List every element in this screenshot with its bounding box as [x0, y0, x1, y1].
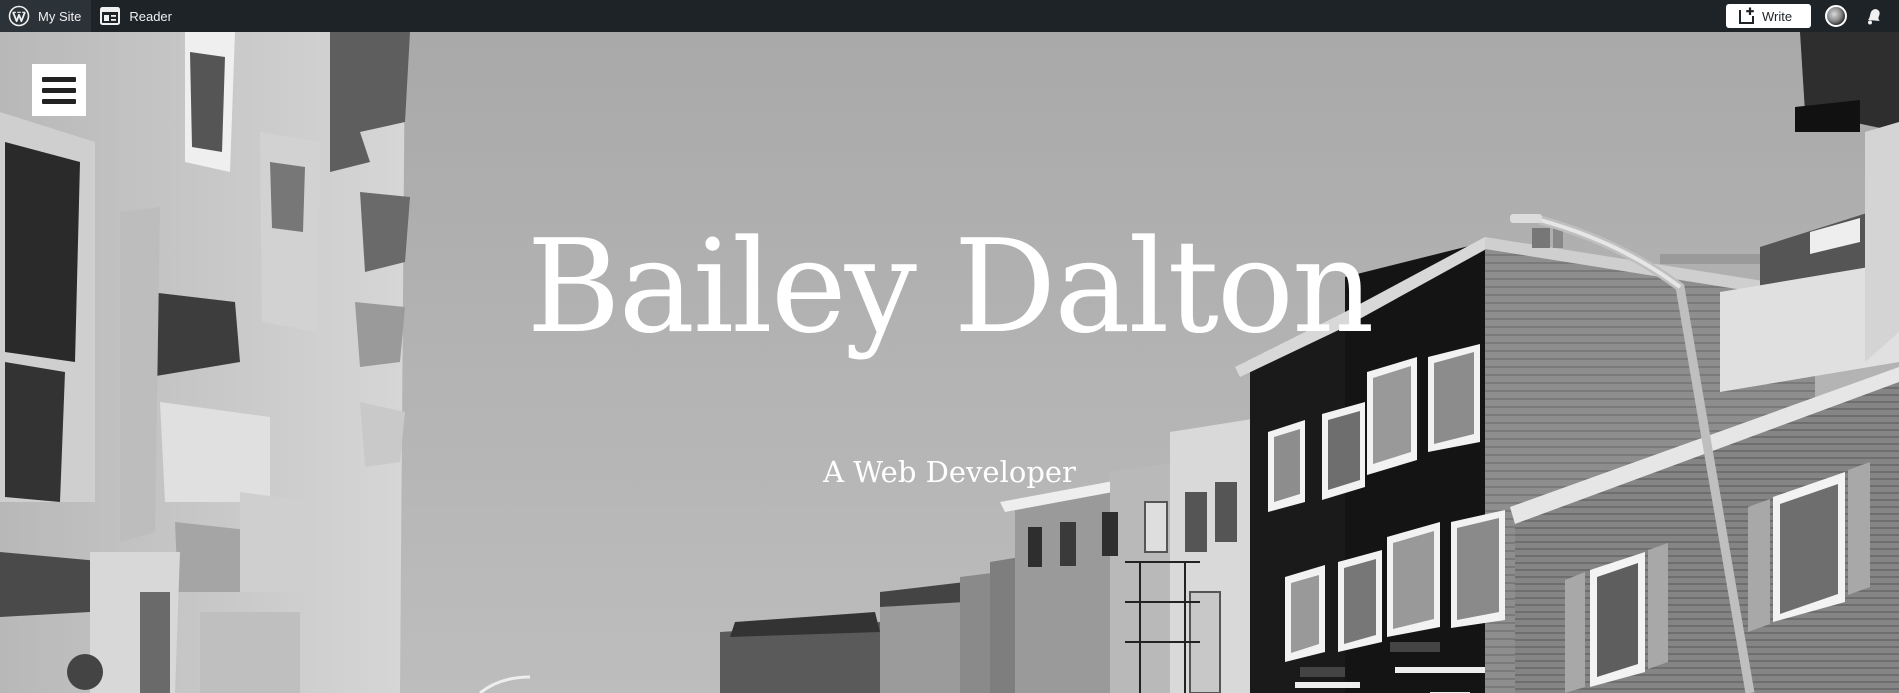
- header-hero: Bailey Dalton A Web Developer: [0, 32, 1899, 693]
- hamburger-line: [42, 98, 76, 104]
- admin-bar-left: My Site Reader: [0, 0, 180, 32]
- my-site-label: My Site: [38, 8, 82, 24]
- write-label: Write: [1762, 8, 1793, 24]
- write-button[interactable]: Write: [1726, 4, 1811, 28]
- hamburger-menu-icon[interactable]: [32, 64, 86, 116]
- reader-icon: [99, 5, 121, 27]
- site-title[interactable]: Bailey Dalton: [0, 224, 1899, 352]
- header-background-image: [0, 32, 1899, 693]
- write-plus-icon: [1738, 7, 1756, 25]
- wordpress-logo-icon: [8, 5, 30, 27]
- admin-bar: My Site Reader Write: [0, 0, 1899, 32]
- avatar[interactable]: [1825, 5, 1847, 27]
- reader-button[interactable]: Reader: [91, 0, 180, 32]
- hamburger-line: [42, 76, 76, 82]
- site-description: A Web Developer: [823, 455, 1076, 489]
- hamburger-line: [42, 87, 76, 93]
- bell-icon[interactable]: [1863, 5, 1885, 27]
- my-site-button[interactable]: My Site: [0, 0, 92, 32]
- admin-bar-right: Write: [1726, 0, 1899, 32]
- reader-label: Reader: [129, 8, 172, 24]
